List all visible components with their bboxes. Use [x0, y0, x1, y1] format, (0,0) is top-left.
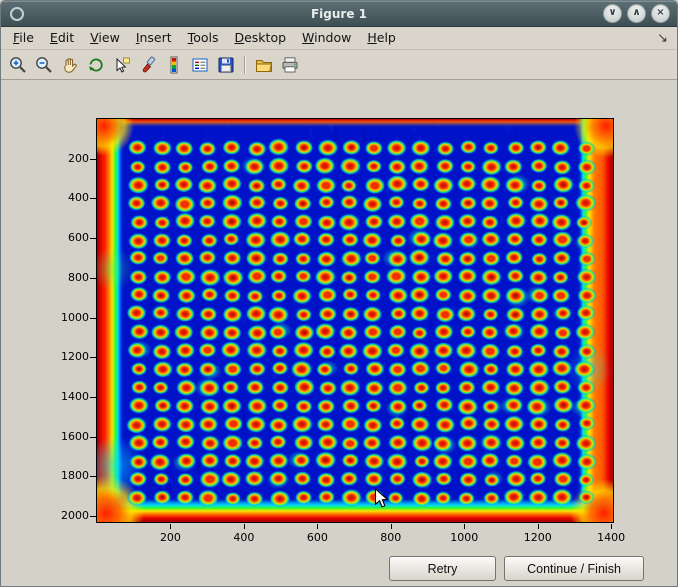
y-tick-label: 1400 [41, 390, 89, 403]
data-cursor-icon [112, 55, 132, 75]
y-tick-mark [90, 397, 96, 398]
zoom-out-button[interactable] [32, 53, 56, 77]
menu-view[interactable]: View [82, 28, 128, 48]
dock-figure-icon[interactable]: ↘ [657, 31, 668, 46]
menu-edit[interactable]: Edit [42, 28, 82, 48]
x-tick-label: 1000 [444, 531, 484, 544]
zoom-in-button[interactable] [6, 53, 30, 77]
menu-file[interactable]: File [5, 28, 42, 48]
menu-tools[interactable]: Tools [180, 28, 227, 48]
x-tick-label: 1200 [518, 531, 558, 544]
y-tick-label: 1000 [41, 311, 89, 324]
x-tick-mark [170, 524, 171, 529]
colorbar-icon [164, 55, 184, 75]
y-tick-label: 200 [41, 152, 89, 165]
shade-button[interactable]: ∨ [603, 4, 622, 23]
close-button[interactable]: × [651, 4, 670, 23]
rotate-3d-button[interactable] [84, 53, 108, 77]
print-button[interactable] [278, 53, 302, 77]
x-tick-mark [391, 524, 392, 529]
save-button[interactable] [214, 53, 238, 77]
y-tick-label: 600 [41, 231, 89, 244]
y-tick-label: 400 [41, 191, 89, 204]
y-tick-mark [90, 318, 96, 319]
y-tick-mark [90, 476, 96, 477]
figure-toolbar [1, 50, 677, 80]
x-tick-mark [317, 524, 318, 529]
window-menu-icon[interactable] [10, 7, 24, 21]
y-tick-mark [90, 516, 96, 517]
y-tick-mark [90, 159, 96, 160]
brush-button[interactable] [136, 53, 160, 77]
y-tick-mark [90, 357, 96, 358]
figure-window: Figure 1 ∨ ∧ × File Edit View Insert Too… [0, 0, 678, 587]
mouse-cursor [374, 488, 389, 510]
open-button[interactable] [252, 53, 276, 77]
printer-icon [280, 55, 300, 75]
x-tick-mark [464, 524, 465, 529]
x-tick-label: 1400 [591, 531, 631, 544]
retry-button[interactable]: Retry [389, 556, 496, 581]
titlebar[interactable]: Figure 1 ∨ ∧ × [1, 1, 677, 27]
y-tick-mark [90, 278, 96, 279]
maximize-button[interactable]: ∧ [627, 4, 646, 23]
figure-area: Retry Continue / Finish 200 400 600 800 1000… [1, 80, 677, 586]
menubar: File Edit View Insert Tools Desktop Wind… [1, 27, 677, 50]
toolbar-separator [244, 56, 246, 74]
x-tick-mark [244, 524, 245, 529]
legend-icon [190, 55, 210, 75]
rotate-3d-icon [86, 55, 106, 75]
y-tick-label: 2000 [41, 509, 89, 522]
window-controls: ∨ ∧ × [603, 4, 670, 23]
open-folder-icon [254, 55, 274, 75]
menu-help[interactable]: Help [359, 28, 404, 48]
x-tick-mark [611, 524, 612, 529]
y-tick-label: 1600 [41, 430, 89, 443]
y-tick-mark [90, 198, 96, 199]
insert-colorbar-button[interactable] [162, 53, 186, 77]
x-tick-label: 400 [224, 531, 264, 544]
x-tick-label: 200 [150, 531, 190, 544]
menu-window[interactable]: Window [294, 28, 359, 48]
continue-finish-button[interactable]: Continue / Finish [504, 556, 644, 581]
y-tick-label: 1800 [41, 469, 89, 482]
y-tick-mark [90, 437, 96, 438]
insert-legend-button[interactable] [188, 53, 212, 77]
zoom-out-icon [34, 55, 54, 75]
window-title: Figure 1 [1, 7, 677, 21]
save-floppy-icon [216, 55, 236, 75]
menu-desktop[interactable]: Desktop [226, 28, 294, 48]
x-tick-label: 800 [371, 531, 411, 544]
zoom-in-icon [8, 55, 28, 75]
y-tick-label: 1200 [41, 350, 89, 363]
x-tick-mark [538, 524, 539, 529]
pan-button[interactable] [58, 53, 82, 77]
pan-hand-icon [60, 55, 80, 75]
y-tick-mark [90, 238, 96, 239]
menu-insert[interactable]: Insert [128, 28, 180, 48]
figure-image[interactable] [96, 118, 614, 523]
x-tick-label: 600 [297, 531, 337, 544]
data-cursor-button[interactable] [110, 53, 134, 77]
brush-icon [138, 55, 158, 75]
y-tick-label: 800 [41, 271, 89, 284]
